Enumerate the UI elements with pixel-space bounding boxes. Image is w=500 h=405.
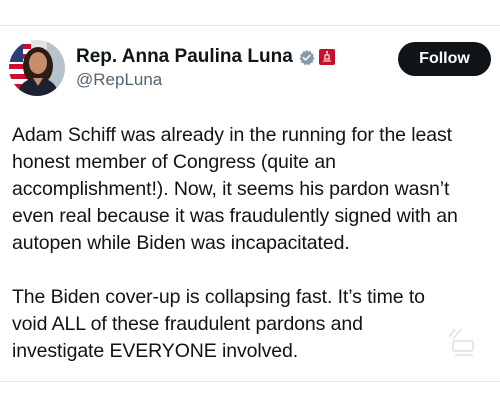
bottom-divider bbox=[0, 381, 500, 382]
author-names: Rep. Anna Paulina Luna @RepLuna bbox=[76, 45, 335, 90]
display-name[interactable]: Rep. Anna Paulina Luna bbox=[76, 46, 293, 68]
top-divider bbox=[0, 25, 500, 26]
follow-button[interactable]: Follow bbox=[398, 42, 491, 76]
avatar[interactable] bbox=[9, 40, 65, 96]
post-text: Adam Schiff was already in the running f… bbox=[12, 122, 490, 365]
us-house-seal-icon[interactable] bbox=[318, 49, 335, 65]
post-paragraph-1: Adam Schiff was already in the running f… bbox=[12, 124, 458, 254]
watermark-logo-icon bbox=[445, 325, 479, 359]
verified-badge-icon[interactable] bbox=[298, 49, 315, 66]
author-handle[interactable]: @RepLuna bbox=[76, 70, 335, 90]
avatar-photo bbox=[9, 40, 65, 96]
post-header: Rep. Anna Paulina Luna @RepLuna Follow bbox=[9, 40, 491, 96]
display-name-row: Rep. Anna Paulina Luna bbox=[76, 45, 335, 69]
post-paragraph-2: The Biden cover-up is collapsing fast. I… bbox=[12, 286, 425, 362]
